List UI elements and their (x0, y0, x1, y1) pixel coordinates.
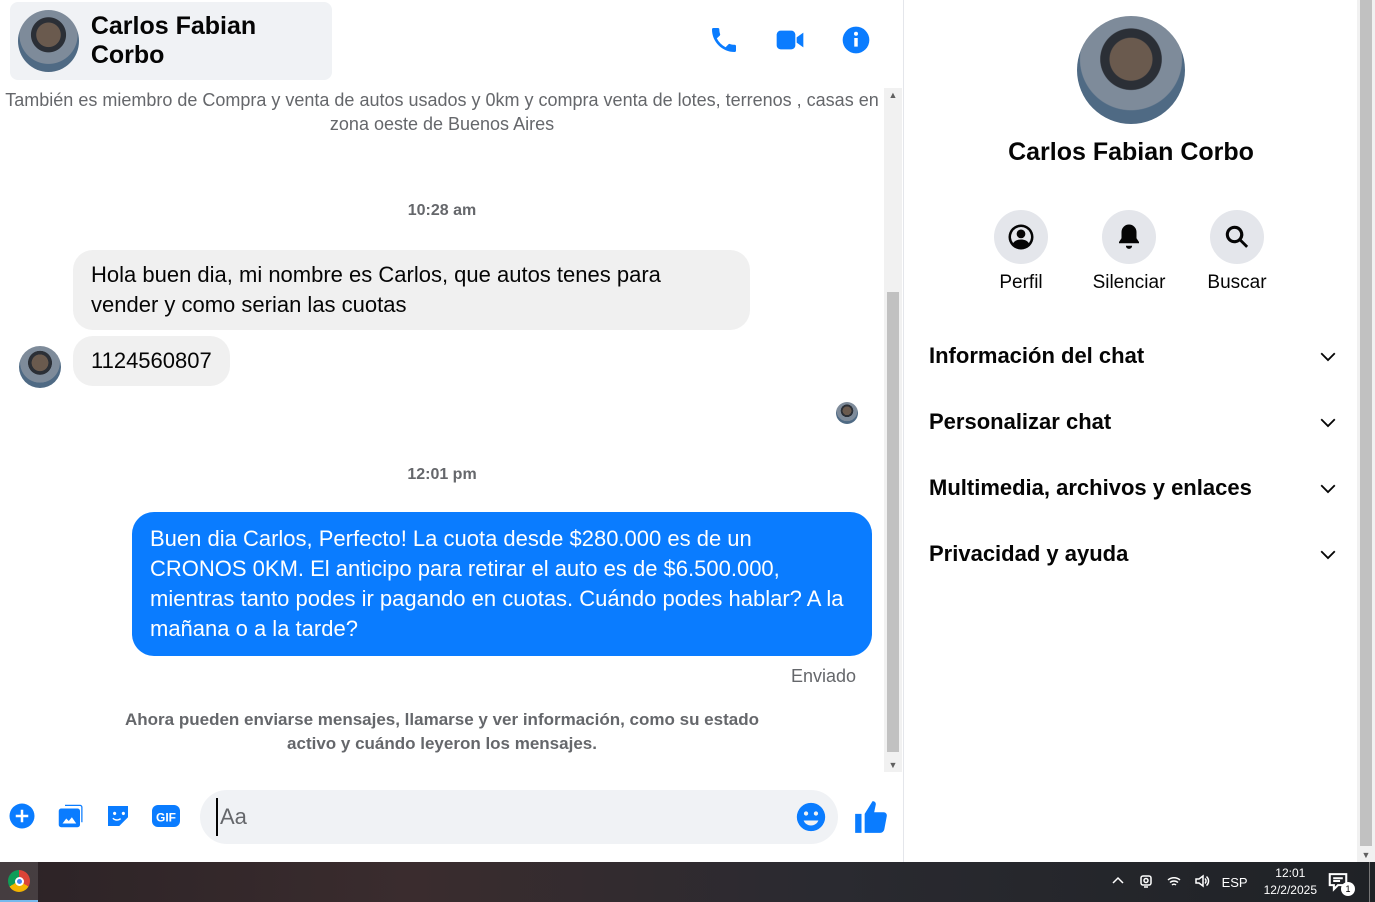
scroll-up-arrow-icon[interactable]: ▲ (884, 88, 902, 102)
page-scroll-thumb[interactable] (1360, 0, 1372, 846)
section-media-files-links[interactable]: Multimedia, archivos y enlaces (929, 464, 1339, 512)
clock-date: 12/2/2025 (1263, 883, 1317, 897)
conversation-info-panel: Carlos Fabian Corbo Perfil Silenciar Bus… (905, 0, 1357, 862)
show-hidden-icons-button[interactable] (1110, 873, 1126, 892)
profile-button[interactable] (994, 210, 1048, 264)
quick-action-profile[interactable]: Perfil (976, 210, 1066, 294)
read-receipt-avatar (836, 402, 858, 424)
quick-action-label: Perfil (999, 272, 1043, 293)
profile-name: Carlos Fabian Corbo (1008, 138, 1254, 166)
call-button[interactable] (706, 22, 742, 58)
chevron-up-icon (1112, 876, 1124, 884)
incoming-message[interactable]: Hola buen dia, mi nombre es Carlos, que … (73, 250, 750, 330)
taskbar-clock[interactable]: 12:01 12/2/2025 (1264, 865, 1317, 899)
speaker-icon (1194, 874, 1209, 887)
page-scrollbar[interactable]: ▼ (1357, 0, 1375, 862)
connection-notice: Ahora pueden enviarse mensajes, llamarse… (125, 710, 759, 753)
quick-action-label: Buscar (1207, 272, 1267, 293)
chevron-down-icon (1320, 484, 1336, 494)
message-input[interactable] (216, 798, 776, 836)
scroll-down-arrow-icon[interactable]: ▼ (884, 758, 902, 772)
quick-action-mute[interactable]: Silenciar (1084, 210, 1174, 294)
outgoing-message[interactable]: Buen dia Carlos, Perfecto! La cuota desd… (132, 512, 872, 656)
conversation-info-button[interactable] (838, 22, 874, 58)
message-scrollbar[interactable]: ▲ ▼ (884, 88, 902, 772)
section-title: Personalizar chat (929, 409, 1112, 434)
chevron-down-icon (1320, 418, 1336, 428)
chevron-down-icon (1320, 550, 1336, 560)
contact-name: Carlos Fabian Corbo (90, 12, 257, 69)
chat-pane: Carlos Fabian Corbo También es miembro d… (0, 0, 904, 862)
profile-avatar[interactable] (1077, 16, 1185, 124)
notification-count-badge: 1 (1341, 882, 1355, 896)
show-desktop-button[interactable] (1369, 862, 1375, 902)
bell-icon (1119, 224, 1139, 249)
timestamp: 10:28 am (407, 202, 477, 219)
volume-button[interactable] (1194, 873, 1210, 892)
video-call-button[interactable] (772, 22, 808, 58)
search-button[interactable] (1210, 210, 1264, 264)
timestamp: 12:01 pm (407, 466, 477, 483)
sticker-icon (108, 806, 128, 826)
attach-photo-button[interactable] (54, 800, 86, 832)
gif-icon: GIF (152, 805, 180, 827)
windows-taskbar: ESP 12:01 12/2/2025 1 (0, 862, 1375, 902)
notification-center-button[interactable]: 1 (1327, 870, 1355, 896)
quick-action-search[interactable]: Buscar (1192, 210, 1282, 294)
section-chat-info[interactable]: Información del chat (929, 332, 1339, 380)
sticker-button[interactable] (102, 800, 134, 832)
plus-circle-icon (9, 803, 35, 829)
chevron-down-icon (1320, 352, 1336, 362)
phone-icon (712, 28, 736, 52)
info-icon (842, 26, 870, 54)
mute-button[interactable] (1102, 210, 1156, 264)
smiley-icon (796, 802, 826, 832)
sender-avatar[interactable] (19, 346, 61, 388)
message-input-wrapper (200, 790, 838, 844)
message-status: Enviado (790, 666, 856, 686)
header-actions (706, 22, 874, 58)
incoming-message[interactable]: 1124560807 (73, 336, 230, 386)
send-like-button[interactable] (852, 798, 890, 836)
section-title: Privacidad y ayuda (929, 541, 1129, 566)
messenger-window: Carlos Fabian Corbo También es miembro d… (0, 0, 1375, 862)
more-actions-button[interactable] (6, 800, 38, 832)
input-language-button[interactable]: ESP (1222, 875, 1248, 890)
composer-bar: GIF (0, 782, 904, 852)
quick-action-label: Silenciar (1092, 272, 1166, 293)
chrome-icon (8, 870, 30, 892)
gallery-icon (58, 804, 83, 828)
section-title: Multimedia, archivos y enlaces (929, 475, 1252, 500)
clock-time: 12:01 (1275, 866, 1306, 880)
scroll-down-arrow-icon[interactable]: ▼ (1357, 848, 1375, 862)
gif-button[interactable]: GIF (150, 800, 182, 832)
chat-header: Carlos Fabian Corbo (0, 0, 904, 86)
contact-avatar[interactable] (18, 10, 79, 72)
section-title: Información del chat (929, 343, 1145, 368)
search-icon (1225, 225, 1249, 248)
group-membership-notice: También es miembro de Compra y venta de … (5, 90, 879, 134)
thumbs-up-icon (855, 801, 887, 833)
section-privacy-help[interactable]: Privacidad y ayuda (929, 530, 1339, 578)
webcam-icon (1139, 874, 1152, 888)
scroll-thumb[interactable] (887, 292, 899, 752)
gif-label: GIF (156, 811, 176, 825)
profile-icon (1008, 224, 1034, 250)
network-button[interactable] (1166, 873, 1182, 892)
system-tray: ESP 12:01 12/2/2025 1 (1104, 862, 1375, 902)
contact-header-button[interactable]: Carlos Fabian Corbo (10, 2, 332, 80)
video-icon (776, 30, 804, 50)
chrome-taskbar-button[interactable] (0, 862, 38, 902)
section-customize-chat[interactable]: Personalizar chat (929, 398, 1339, 446)
meet-now-button[interactable] (1138, 873, 1154, 892)
wifi-icon (1167, 876, 1181, 886)
emoji-button[interactable] (794, 800, 828, 834)
message-list[interactable]: También es miembro de Compra y venta de … (0, 86, 884, 772)
